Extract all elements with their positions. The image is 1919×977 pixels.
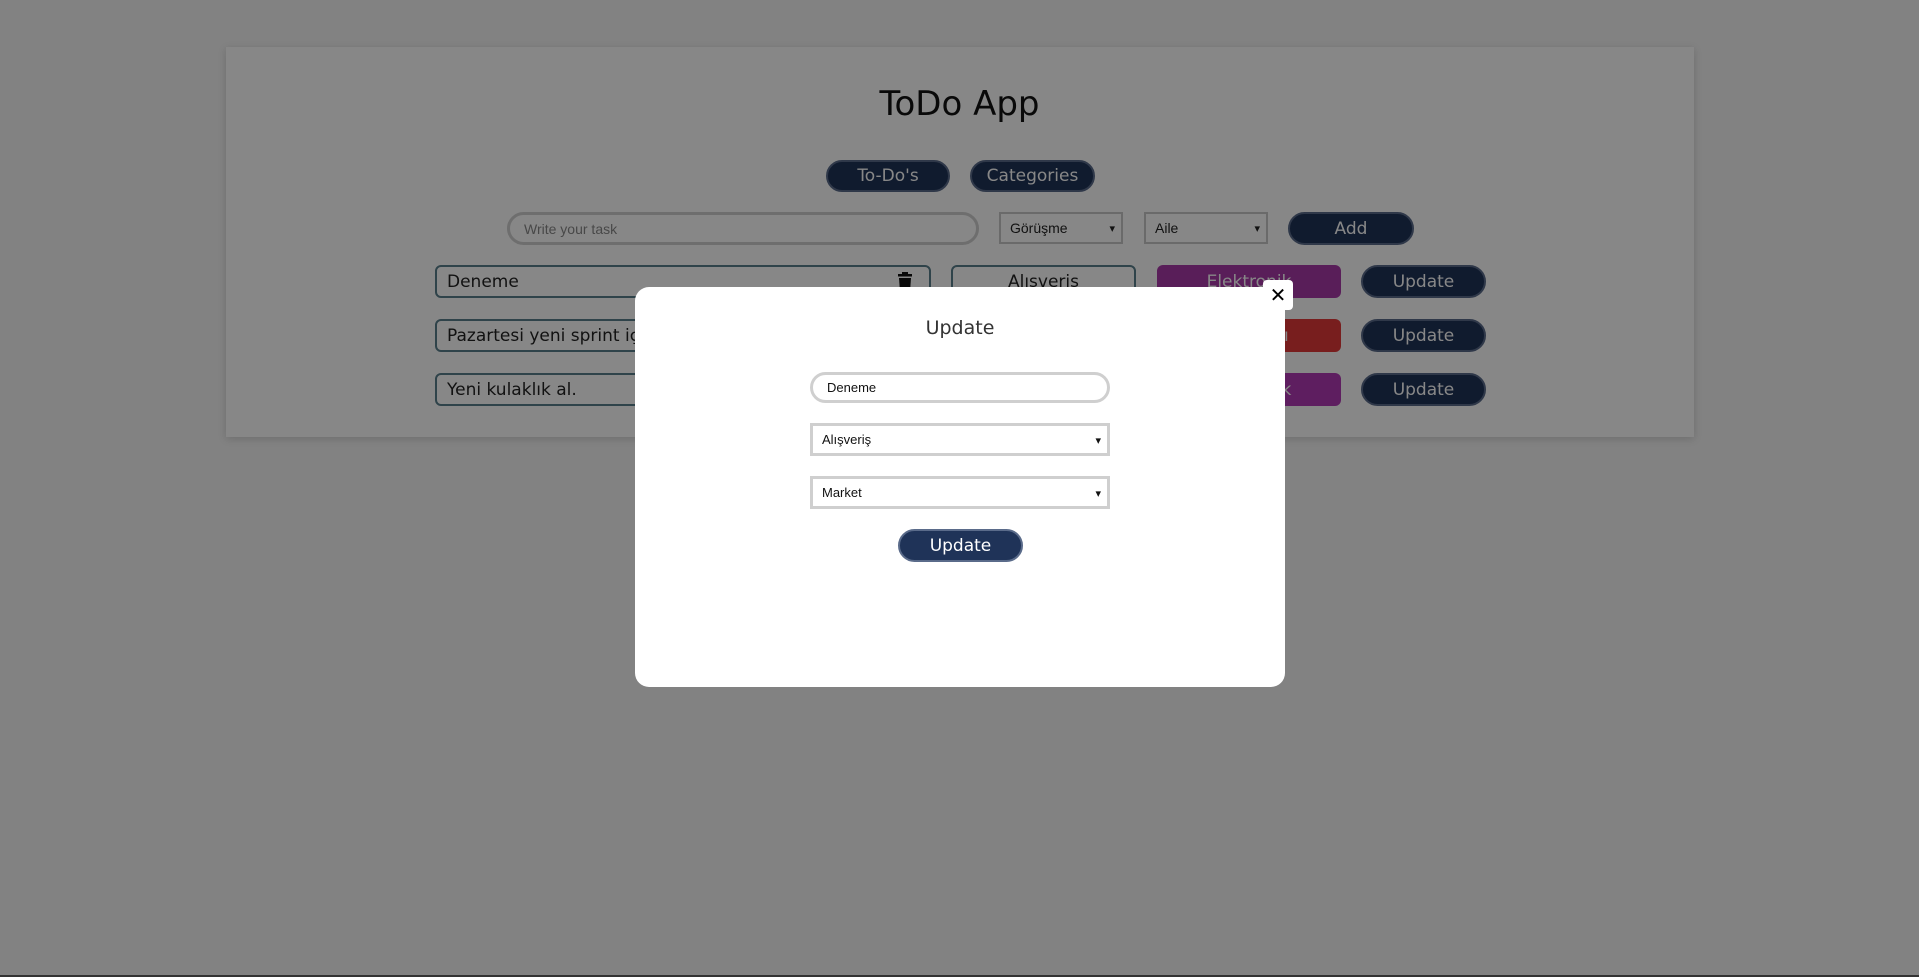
modal-subcategory-value: Market	[822, 485, 862, 500]
modal-category-value: Alışveriş	[822, 432, 872, 447]
update-modal: Update Deneme Alışveriş ▾ Market ▾ Updat…	[635, 287, 1285, 687]
modal-subcategory-select[interactable]: Market ▾	[810, 476, 1110, 509]
chevron-down-icon: ▾	[1095, 488, 1101, 500]
chevron-down-icon: ▾	[1095, 435, 1101, 447]
modal-update-button[interactable]: Update	[898, 529, 1023, 562]
modal-category-select[interactable]: Alışveriş ▾	[810, 423, 1110, 456]
modal-title: Update	[925, 317, 995, 339]
close-icon[interactable]: ✕	[1263, 280, 1293, 310]
modal-task-input[interactable]: Deneme	[810, 372, 1110, 403]
